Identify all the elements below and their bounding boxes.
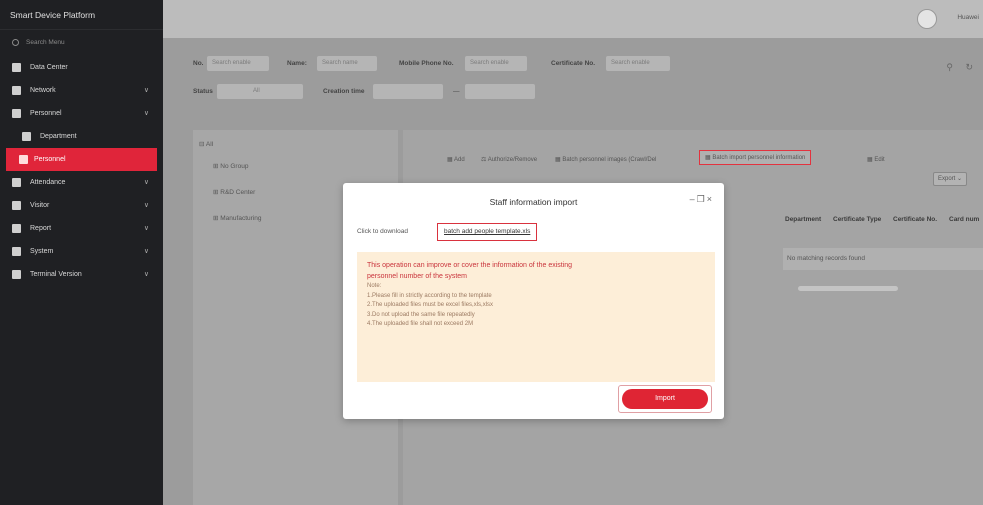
menu-search[interactable]: Search Menu: [0, 30, 163, 56]
note-3: 3.Do not upload the same file repeatedly: [367, 311, 475, 318]
search-icon: [12, 39, 19, 46]
sidebar-item-personnel[interactable]: Personnel ∨: [0, 102, 163, 125]
sidebar-item-label: Terminal Version: [30, 271, 82, 278]
user-avatar[interactable]: [917, 9, 937, 29]
name-label: Name:: [287, 60, 307, 67]
notes-title: Note:: [367, 283, 382, 289]
sidebar-item-visitor[interactable]: Visitor ∨: [0, 194, 163, 217]
chevron-down-icon: ∨: [143, 271, 149, 278]
sidebar-item-label: Visitor: [30, 202, 50, 209]
chevron-down-icon: ∨: [143, 179, 149, 186]
filter-row-1: No. Search enable Name: Search name Mobi…: [163, 48, 983, 74]
tree-item-rd-center[interactable]: ⊞ R&D Center: [213, 188, 255, 196]
note-2: 2.The uploaded files must be excel files…: [367, 302, 494, 308]
chevron-down-icon: ∨: [143, 225, 149, 232]
note-1: 1.Please fill in strictly according to t…: [367, 292, 492, 299]
batch-face-button[interactable]: ▦ Batch personnel images (Crawl/Del: [555, 156, 656, 163]
edit-button[interactable]: ▦ Edit: [867, 156, 885, 163]
filter-tools: ⚲ ↻: [946, 62, 973, 73]
menu-icon: [12, 63, 21, 72]
date-end-input[interactable]: [465, 84, 535, 99]
sidebar-item-label: Data Center: [30, 64, 68, 71]
col-certificate-no[interactable]: Certificate No.: [893, 216, 937, 223]
date-separator: —: [453, 88, 460, 95]
warning-line-1: This operation can improve or cover the …: [367, 262, 573, 269]
sidebar-nav: Data Center Network ∨ Personnel ∨ Department P…: [0, 56, 163, 286]
chevron-down-icon: ∨: [143, 87, 149, 94]
sidebar: Smart Device Platform Search Menu Data C…: [0, 0, 163, 505]
app-title: Smart Device Platform: [0, 0, 163, 30]
menu-icon: [12, 201, 21, 210]
sidebar-item-label: Personnel: [34, 156, 66, 163]
menu-icon: [12, 178, 21, 187]
date-start-input[interactable]: [373, 84, 443, 99]
menu-icon: [12, 86, 21, 95]
import-button-frame: Import: [618, 385, 712, 413]
note-4: 4.The uploaded file shall not exceed 2M: [367, 321, 474, 327]
dialog-title: Staff information import: [489, 197, 578, 207]
menu-icon: [12, 247, 21, 256]
chevron-down-icon: ∨: [143, 248, 149, 255]
sidebar-item-terminal-version[interactable]: Terminal Version ∨: [0, 263, 163, 286]
close-icon[interactable]: ×: [707, 194, 714, 204]
chevron-down-icon: ∨: [143, 110, 149, 117]
authorize-button[interactable]: ⚖ Authorize/Remove: [481, 156, 537, 163]
col-certificate-type[interactable]: Certificate Type: [833, 216, 881, 223]
col-card-num[interactable]: Card num: [949, 216, 979, 223]
creation-label: Creation time: [323, 88, 365, 95]
sidebar-item-network[interactable]: Network ∨: [0, 79, 163, 102]
minimize-icon[interactable]: –: [690, 194, 697, 204]
cert-label: Certificate No.: [551, 60, 596, 67]
chevron-down-icon: ∨: [143, 202, 149, 209]
download-template-link[interactable]: batch add people template.xls: [437, 223, 538, 241]
tree-item-no-group[interactable]: ⊞ No Group: [213, 162, 248, 170]
tree-item-manufacturing[interactable]: ⊞ Manufacturing: [213, 214, 261, 222]
col-department[interactable]: Department: [785, 216, 821, 223]
sidebar-item-label: Network: [30, 87, 56, 94]
sidebar-item-label: Personnel: [30, 110, 62, 117]
mobile-label: Mobile Phone No.: [399, 60, 454, 67]
menu-icon: [12, 224, 21, 233]
import-button[interactable]: Import: [622, 389, 708, 409]
restore-icon[interactable]: ❐: [697, 194, 707, 204]
sidebar-item-data-center[interactable]: Data Center: [0, 56, 163, 79]
staff-import-dialog: Staff information import –❐× Click to do…: [343, 183, 724, 419]
status-label: Status: [193, 88, 213, 95]
status-select[interactable]: All: [217, 84, 303, 99]
tree-root[interactable]: ⊟ All: [199, 140, 213, 148]
menu-icon: [22, 132, 31, 141]
sidebar-item-department[interactable]: Department: [0, 125, 163, 148]
username[interactable]: Huawei: [957, 14, 979, 21]
menu-icon: [12, 109, 21, 118]
import-notice: This operation can improve or cover the …: [357, 252, 715, 382]
horizontal-scrollbar[interactable]: [798, 286, 898, 291]
dialog-controls: –❐×: [690, 194, 714, 205]
sidebar-item-report[interactable]: Report ∨: [0, 217, 163, 240]
search-icon[interactable]: ⚲: [946, 62, 953, 72]
mobile-input[interactable]: Search enable: [465, 56, 527, 71]
export-select[interactable]: Export ⌄: [933, 172, 967, 186]
sidebar-item-label: Report: [30, 225, 52, 232]
cert-input[interactable]: Search enable: [606, 56, 670, 71]
name-input[interactable]: Search name: [317, 56, 377, 71]
menu-search-placeholder: Search Menu: [26, 39, 65, 46]
sidebar-item-personnel[interactable]: Personnel: [6, 148, 157, 171]
sidebar-item-label: System: [30, 248, 54, 255]
batch-import-button[interactable]: ▦ Batch import personnel information: [699, 150, 812, 165]
no-input[interactable]: Search enable: [207, 56, 269, 71]
menu-icon: [19, 155, 28, 164]
top-bar: Huawei: [163, 0, 983, 38]
reset-icon[interactable]: ↻: [965, 62, 973, 72]
sidebar-item-label: Attendance: [30, 179, 66, 186]
menu-icon: [12, 270, 21, 279]
sidebar-item-attendance[interactable]: Attendance ∨: [0, 171, 163, 194]
warning-line-2: personnel number of the system: [367, 273, 467, 280]
download-label: Click to download: [357, 228, 408, 235]
empty-table-message: No matching records found: [783, 248, 983, 270]
sidebar-item-label: Department: [40, 133, 77, 140]
filter-row-2: Status All Creation time —: [163, 78, 983, 104]
add-button[interactable]: ▦ Add: [447, 156, 465, 163]
no-label: No.: [193, 60, 204, 67]
sidebar-item-system[interactable]: System ∨: [0, 240, 163, 263]
